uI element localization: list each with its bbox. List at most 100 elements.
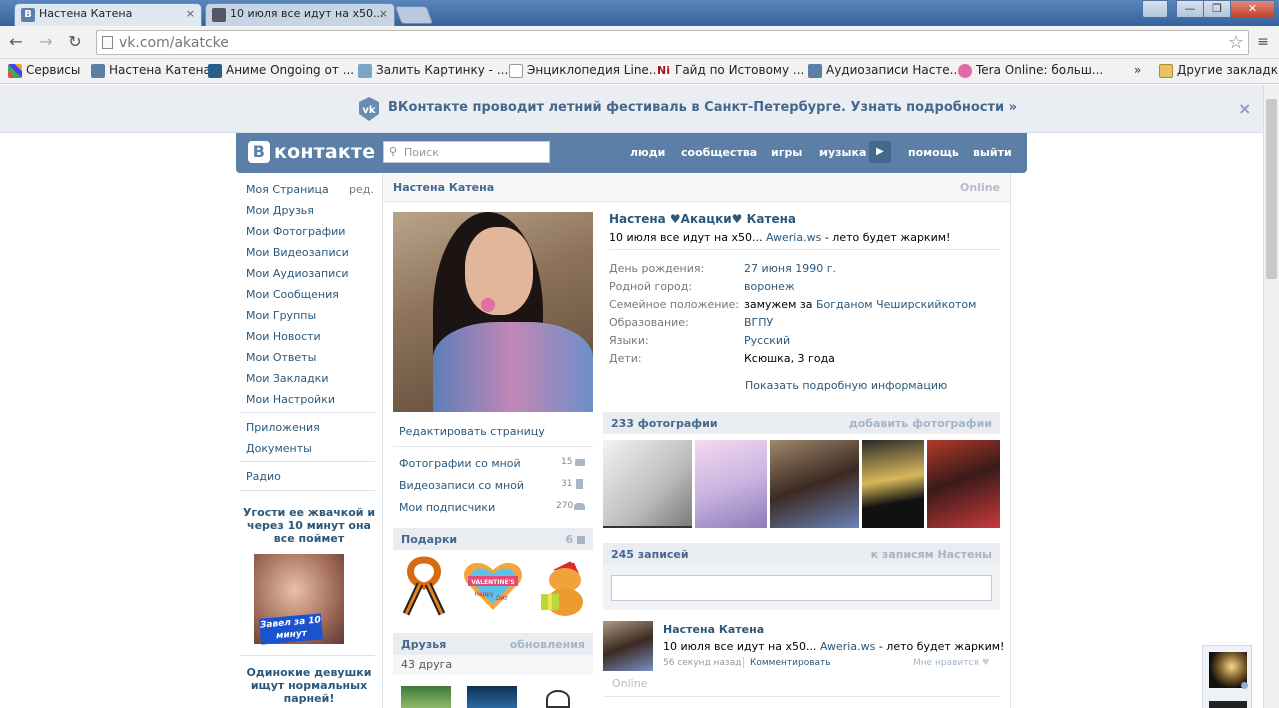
sidebar-item-apps[interactable]: Приложения <box>246 421 320 434</box>
partner-link[interactable]: Богданом Чеширскийкотом <box>816 298 976 311</box>
sidebar-item-audio[interactable]: Мои Аудиозаписи <box>246 267 349 280</box>
menu-icon[interactable]: ≡ <box>1256 34 1270 50</box>
post-time[interactable]: 56 секунд назад <box>663 658 741 668</box>
sidebar-item-news[interactable]: Мои Новости <box>246 330 321 343</box>
ad-title[interactable]: Угости ее жвачкой и через 10 минут она в… <box>240 506 378 545</box>
banner-close-icon[interactable]: × <box>1238 99 1251 118</box>
bookmark-anime[interactable]: Аниме Ongoing от ... <box>206 63 354 78</box>
new-tab-button[interactable] <box>394 6 434 24</box>
tab-close-icon[interactable]: × <box>186 7 195 20</box>
gifts-header[interactable]: Подарки 6 <box>393 528 593 550</box>
bookmark-guide[interactable]: Ni Гайд по Истовому ... <box>655 63 804 78</box>
back-icon[interactable]: ← <box>6 32 26 52</box>
address-bar[interactable]: vk.com/akatcke ☆ <box>96 30 1249 55</box>
user-profile-icon[interactable] <box>1142 0 1168 18</box>
maximize-button[interactable]: ❐ <box>1203 0 1231 18</box>
comment-link[interactable]: Комментировать <box>750 658 831 668</box>
nav-communities[interactable]: сообщества <box>681 146 757 159</box>
music-play-icon[interactable]: ▶ <box>869 141 891 163</box>
sidebar-item-answers[interactable]: Мои Ответы <box>246 351 316 364</box>
reload-icon[interactable]: ↻ <box>65 32 85 52</box>
banner-text[interactable]: ВКонтакте проводит летний фестиваль в Са… <box>388 100 1017 115</box>
post-author-avatar[interactable] <box>603 621 653 671</box>
sidebar-item-messages[interactable]: Мои Сообщения <box>246 288 339 301</box>
tab-close-icon[interactable]: × <box>379 7 388 20</box>
ad-title[interactable]: Одинокие девушки ищут нормальных парней! <box>240 666 378 705</box>
nav-logout[interactable]: выйти <box>973 146 1012 159</box>
vk-logo[interactable]: Вконтакте <box>248 141 375 163</box>
status-text[interactable]: 10 июля все идут на x50... Aweria.ws - л… <box>609 231 950 244</box>
more-bookmarks-chevron-icon[interactable]: » <box>1134 63 1141 77</box>
nav-help[interactable]: помощь <box>908 146 959 159</box>
sidebar-item-bookmarks[interactable]: Мои Закладки <box>246 372 328 385</box>
photo-thumbnail[interactable] <box>862 440 924 528</box>
sidebar-item-settings[interactable]: Мои Настройки <box>246 393 335 406</box>
friend-avatar[interactable] <box>401 686 451 708</box>
scrollbar-thumb[interactable] <box>1266 99 1277 279</box>
post-link[interactable]: Aweria.ws <box>820 640 875 653</box>
sidebar-item-documents[interactable]: Документы <box>246 442 312 455</box>
image-icon <box>358 64 372 78</box>
bookmark-tera[interactable]: Tera Online: больш... <box>956 63 1103 78</box>
photo-thumbnail[interactable] <box>770 440 859 528</box>
videos-with-me-link[interactable]: Видеозаписи со мной <box>399 479 524 492</box>
info-label: Семейное положение: <box>609 298 740 311</box>
wall-post-input[interactable] <box>611 575 992 601</box>
search-input[interactable]: ⚲ Поиск <box>383 141 550 163</box>
add-photos-link[interactable]: добавить фотографии <box>849 417 992 430</box>
tab-active[interactable]: В Настена Катена × <box>14 3 202 26</box>
friends-updates-link[interactable]: обновления <box>510 638 585 651</box>
bookmark-star-icon[interactable]: ☆ <box>1228 32 1244 53</box>
bookmark-services[interactable]: Сервисы <box>6 63 80 78</box>
friend-avatar[interactable] <box>467 686 517 708</box>
wall-posts-link[interactable]: к записям Настены <box>871 548 992 561</box>
wall-header[interactable]: 245 записей к записям Настены <box>603 543 1000 565</box>
tab-inactive[interactable]: 10 июля все идут на x50... × <box>205 3 395 26</box>
valentine-gift[interactable]: VALENTINE'S Happy DAY <box>462 556 524 612</box>
profile-avatar[interactable] <box>393 212 593 412</box>
ad-image[interactable]: Завел за 10 минут <box>254 554 344 645</box>
languages-value[interactable]: Русский <box>744 334 790 347</box>
friends-header[interactable]: Друзья обновления <box>393 633 593 655</box>
friend-avatar[interactable] <box>534 686 584 708</box>
bookmark-nastena[interactable]: Настена Катена <box>89 63 211 78</box>
sidebar-item-videos[interactable]: Мои Видеозаписи <box>246 246 349 259</box>
photo-thumbnail[interactable] <box>603 440 692 528</box>
close-window-button[interactable]: ✕ <box>1230 0 1275 18</box>
sidebar-item-friends[interactable]: Мои Друзья <box>246 204 314 217</box>
show-more-info-link[interactable]: Показать подробную информацию <box>745 379 947 392</box>
st-george-ribbon-gift[interactable] <box>398 556 450 618</box>
hometown-value[interactable]: воронеж <box>744 280 795 293</box>
forward-icon[interactable]: → <box>36 32 56 52</box>
education-value[interactable]: ВГПУ <box>744 316 773 329</box>
edit-page-link[interactable]: Редактировать страницу <box>399 425 545 438</box>
photos-header[interactable]: 233 фотографии добавить фотографии <box>603 412 1000 434</box>
bookmark-other[interactable]: Другие закладки <box>1157 63 1279 78</box>
chat-contact-avatar[interactable] <box>1209 701 1247 708</box>
sidebar-item-photos[interactable]: Мои Фотографии <box>246 225 345 238</box>
sidebar-item-groups[interactable]: Мои Группы <box>246 309 316 322</box>
status-link[interactable]: Aweria.ws <box>766 231 821 244</box>
bookmark-audio[interactable]: Аудиозаписи Насте... <box>806 63 961 78</box>
followers-link[interactable]: Мои подписчики <box>399 501 495 514</box>
svg-text:Happy: Happy <box>474 591 494 598</box>
bookmark-encyclopedia[interactable]: Энциклопедия Line... <box>507 63 660 78</box>
bookmark-upload-image[interactable]: Залить Картинку - ... <box>356 63 508 78</box>
friends-count[interactable]: 43 друга <box>393 655 593 675</box>
christmas-cat-gift[interactable] <box>537 556 589 618</box>
chat-widget[interactable] <box>1202 645 1252 708</box>
page-scrollbar[interactable] <box>1263 85 1279 708</box>
like-button[interactable]: Мне нравится ♥ <box>913 658 990 668</box>
minimize-button[interactable]: — <box>1176 0 1204 18</box>
photos-with-me-link[interactable]: Фотографии со мной <box>399 457 521 470</box>
post-author[interactable]: Настена Катена <box>663 623 764 636</box>
photo-thumbnail[interactable] <box>695 440 767 528</box>
photo-thumbnail[interactable] <box>927 440 1000 528</box>
sidebar-item-my-page[interactable]: Моя Страница <box>246 183 329 196</box>
nav-music[interactable]: музыка <box>819 146 866 159</box>
sidebar-item-radio[interactable]: Радио <box>246 470 281 483</box>
nav-games[interactable]: игры <box>771 146 802 159</box>
birthday-value[interactable]: 27 июня 1990 г. <box>744 262 836 275</box>
edit-link[interactable]: ред. <box>349 183 374 196</box>
nav-people[interactable]: люди <box>630 146 665 159</box>
